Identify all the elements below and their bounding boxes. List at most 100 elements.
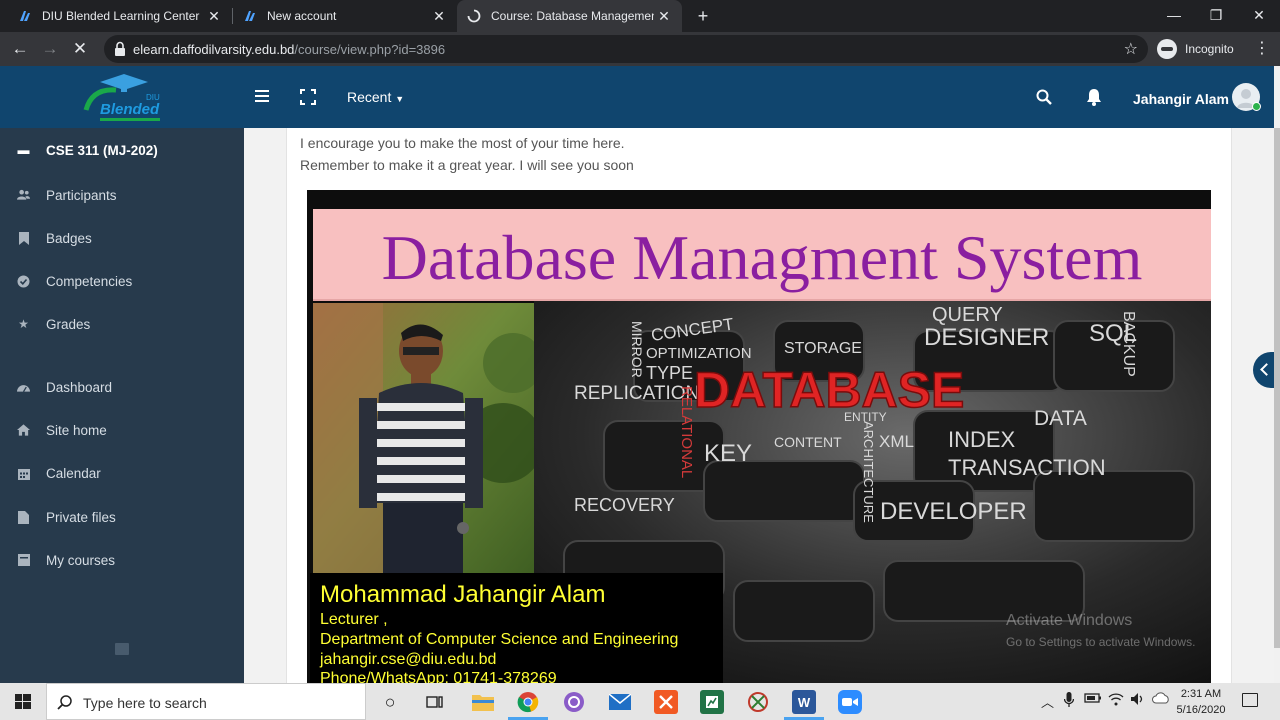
- instructor-email: jahangir.cse@diu.edu.bd: [320, 651, 497, 668]
- tab-close-icon[interactable]: ✕: [429, 8, 449, 25]
- star-icon: ★: [18, 317, 29, 331]
- svg-text:DIU: DIU: [146, 93, 160, 102]
- avatar[interactable]: [1232, 83, 1261, 111]
- moodle-favicon-icon: [18, 9, 32, 23]
- home-icon: [17, 424, 30, 437]
- browser-tab-diu-blended[interactable]: DIU Blended Learning Center ✕: [0, 0, 232, 32]
- clock-date: 5/16/2020: [1176, 704, 1226, 716]
- maximize-button[interactable]: ❐: [1194, 0, 1238, 30]
- sidebar-item-calendar[interactable]: Calendar: [0, 458, 244, 488]
- intro-paragraph-2: Remember to make it a great year. I will…: [300, 157, 634, 173]
- back-arrow-icon[interactable]: ←: [6, 36, 34, 62]
- browser-menu-icon[interactable]: ⋮: [1254, 38, 1270, 58]
- browser-tab-course[interactable]: Course: Database Management S ✕: [457, 0, 682, 32]
- file-explorer-icon[interactable]: [471, 690, 495, 714]
- task-view-icon[interactable]: [423, 690, 447, 714]
- taskbar-search-box[interactable]: Type here to search: [46, 683, 366, 720]
- battery-icon[interactable]: [1084, 692, 1102, 707]
- svg-text:Blended: Blended: [100, 101, 160, 118]
- scrollbar-thumb[interactable]: [1274, 128, 1280, 648]
- clock-time: 2:31 AM: [1180, 688, 1222, 700]
- activate-windows-watermark-text: Go to Settings to activate Windows.: [1006, 635, 1196, 649]
- stop-loading-icon[interactable]: ✕: [66, 36, 94, 62]
- svg-text:RELATIONAL: RELATIONAL: [678, 386, 695, 478]
- svg-text:XML: XML: [879, 432, 914, 451]
- spreadsheet-app-icon[interactable]: [700, 690, 724, 714]
- svg-text:DESIGNER: DESIGNER: [924, 324, 1049, 351]
- sidebar-item-badges[interactable]: Badges: [0, 223, 244, 253]
- onedrive-cloud-icon[interactable]: [1152, 692, 1170, 707]
- forward-arrow-icon[interactable]: →: [36, 36, 64, 62]
- diu-blended-logo[interactable]: Blended DIU: [78, 70, 170, 126]
- zoom-icon[interactable]: [838, 690, 862, 714]
- tab-title: DIU Blended Learning Center: [42, 9, 200, 23]
- svg-text:ARCHITECTURE: ARCHITECTURE: [861, 421, 876, 523]
- dock-block-icon[interactable]: [115, 643, 129, 655]
- menu-hamburger-icon[interactable]: [255, 90, 269, 102]
- volume-icon[interactable]: [1130, 692, 1146, 709]
- sidebar-item-competencies[interactable]: Competencies: [0, 266, 244, 296]
- svg-text:DEVELOPER: DEVELOPER: [880, 498, 1027, 525]
- check-circle-icon: [17, 275, 30, 288]
- svg-text:BACKUP: BACKUP: [1120, 311, 1137, 377]
- instructor-department: Department of Computer Science and Engin…: [320, 631, 679, 648]
- user-name[interactable]: Jahangir Alam: [1133, 91, 1229, 107]
- online-status-dot: [1252, 102, 1261, 111]
- instructor-caption-box: Mohammad Jahangir Alam Lecturer , Depart…: [310, 573, 723, 683]
- moodle-favicon-icon: [243, 9, 257, 23]
- mail-icon[interactable]: [608, 690, 632, 714]
- svg-text:MIRROR: MIRROR: [629, 321, 645, 378]
- system-clock[interactable]: 2:31 AM 5/16/2020: [1170, 686, 1232, 718]
- fullscreen-icon[interactable]: [300, 89, 316, 105]
- address-bar[interactable]: elearn.daffodilvarsity.edu.bd/course/vie…: [104, 35, 1148, 63]
- incognito-label: Incognito: [1185, 42, 1234, 56]
- close-window-button[interactable]: ✕: [1237, 0, 1280, 30]
- tab-title: Course: Database Management S: [491, 9, 654, 23]
- svg-text:OPTIMIZATION: OPTIMIZATION: [646, 345, 752, 362]
- cortana-icon[interactable]: ○: [378, 690, 402, 714]
- sidebar-item-participants[interactable]: Participants: [0, 180, 244, 210]
- banner-title-box: Database Managment System: [313, 209, 1211, 301]
- microphone-icon[interactable]: [1063, 692, 1075, 711]
- svg-text:TYPE: TYPE: [646, 363, 693, 383]
- search-icon: [57, 695, 72, 710]
- sidebar-item-site-home[interactable]: Site home: [0, 415, 244, 445]
- notification-bell-icon[interactable]: [1086, 88, 1102, 106]
- action-center-icon[interactable]: [1242, 693, 1258, 707]
- search-icon[interactable]: [1036, 89, 1052, 105]
- sidebar-item-grades[interactable]: ★ Grades: [0, 309, 244, 339]
- sidebar-item-my-courses[interactable]: My courses: [0, 545, 244, 575]
- url-text: elearn.daffodilvarsity.edu.bd/course/vie…: [133, 42, 446, 57]
- windows-start-icon[interactable]: [0, 683, 46, 720]
- minimize-button[interactable]: —: [1152, 0, 1196, 30]
- sidebar-item-dashboard[interactable]: Dashboard: [0, 372, 244, 402]
- snipping-tool-icon[interactable]: [746, 690, 770, 714]
- browser-tab-new-account[interactable]: New account ✕: [225, 0, 457, 32]
- recent-dropdown[interactable]: Recent ▼: [347, 89, 404, 105]
- sidebar-item-private-files[interactable]: Private files: [0, 502, 244, 532]
- page-scrollbar[interactable]: [1274, 66, 1280, 683]
- instructor-phone: Phone/WhatsApp: 01741-378269: [320, 670, 557, 683]
- bookmark-star-icon[interactable]: ☆: [1124, 39, 1138, 59]
- word-icon[interactable]: W: [792, 690, 816, 714]
- show-hidden-icons[interactable]: ︿: [1041, 692, 1054, 711]
- browser-app-icon[interactable]: [562, 690, 586, 714]
- svg-text:RECOVERY: RECOVERY: [574, 495, 675, 515]
- tab-close-icon[interactable]: ✕: [204, 8, 224, 25]
- svg-text:QUERY: QUERY: [932, 304, 1003, 326]
- wifi-icon[interactable]: [1108, 692, 1124, 709]
- xampp-icon[interactable]: [654, 690, 678, 714]
- database-word: DATABASE: [694, 362, 964, 418]
- incognito-badge[interactable]: Incognito: [1157, 36, 1234, 62]
- svg-text:KEY: KEY: [704, 440, 752, 467]
- course-icon: ▬: [17, 143, 30, 157]
- activate-windows-watermark-title: Activate Windows: [1006, 612, 1133, 629]
- new-tab-button[interactable]: +: [692, 4, 714, 28]
- sidebar-item-course[interactable]: ▬ CSE 311 (MJ-202): [0, 135, 244, 165]
- chrome-icon[interactable]: [516, 690, 540, 714]
- tab-close-icon[interactable]: ✕: [654, 8, 674, 25]
- svg-text:INDEX: INDEX: [948, 427, 1016, 452]
- intro-paragraph-1: I encourage you to make the most of your…: [300, 135, 625, 151]
- dashboard-icon: [17, 381, 30, 394]
- bookmark-icon: [17, 231, 30, 245]
